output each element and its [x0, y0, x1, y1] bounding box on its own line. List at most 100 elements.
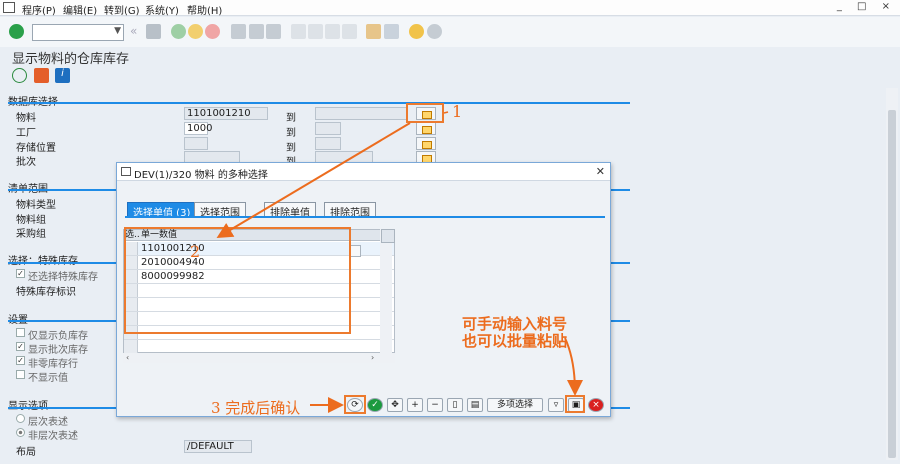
plant-multiselect-button[interactable] — [416, 122, 436, 135]
negative-stock-checkbox[interactable] — [16, 328, 25, 337]
exit-icon[interactable] — [188, 24, 203, 39]
menu-system[interactable]: 系统(Y) — [145, 2, 179, 17]
annotation-box-paste — [565, 395, 585, 413]
non-hierarchical-radio[interactable] — [16, 428, 25, 437]
menu-program[interactable]: 程序(P) — [22, 2, 56, 17]
close-icon[interactable]: ✕ — [596, 165, 605, 178]
cancel-icon[interactable] — [205, 24, 220, 39]
enter-icon[interactable] — [9, 24, 24, 39]
label-hide-values: 不显示值 — [28, 373, 68, 384]
find-icon[interactable] — [249, 24, 264, 39]
material-from-field[interactable]: 1101001210 — [184, 107, 268, 120]
execute-icon[interactable] — [12, 68, 27, 83]
section-db-selection: 数据库选择 — [8, 93, 58, 108]
first-page-icon[interactable] — [291, 24, 306, 39]
storage-location-to-field[interactable] — [315, 137, 341, 150]
delete-row-icon[interactable]: − — [427, 398, 443, 412]
label-to: 到 — [286, 143, 296, 154]
last-page-icon[interactable] — [342, 24, 357, 39]
section-divider — [610, 262, 630, 264]
print-icon[interactable] — [231, 24, 246, 39]
system-menu-icon[interactable] — [3, 2, 15, 13]
label-batch-stock: 显示批次库存 — [28, 345, 88, 356]
back-history-icon[interactable]: « — [130, 24, 145, 39]
hide-values-checkbox[interactable] — [16, 370, 25, 379]
menu-edit[interactable]: 编辑(E) — [63, 2, 97, 17]
plant-to-field[interactable] — [315, 122, 341, 135]
section-divider — [610, 320, 630, 322]
table-row[interactable] — [124, 340, 394, 354]
help-icon[interactable] — [409, 24, 424, 39]
tab-exclude-single-values[interactable]: 排除单值 — [264, 202, 316, 219]
label-material-type: 物料类型 — [16, 200, 56, 211]
settings-gear-icon[interactable] — [427, 24, 442, 39]
save-icon[interactable] — [146, 24, 161, 39]
hierarchical-radio[interactable] — [16, 414, 25, 423]
next-page-icon[interactable] — [325, 24, 340, 39]
label-material: 物料 — [16, 113, 36, 124]
insert-row-icon[interactable]: + — [407, 398, 423, 412]
previous-page-icon[interactable] — [308, 24, 323, 39]
material-to-field[interactable] — [315, 107, 407, 120]
shortcut-icon[interactable] — [384, 24, 399, 39]
find-next-icon[interactable] — [266, 24, 281, 39]
section-special-stock: 选择：特殊库存 — [8, 252, 78, 267]
section-list-scope: 清单范围 — [8, 180, 48, 195]
nonzero-stock-checkbox[interactable]: ✓ — [16, 356, 25, 365]
tab-select-single-values[interactable]: 选择单值 (3) — [127, 202, 197, 219]
label-plant: 工厂 — [16, 128, 36, 139]
annotation-note-line2: 也可以批量粘贴 — [462, 332, 568, 350]
menu-help[interactable]: 帮助(H) — [187, 2, 222, 17]
annotation-step-1: 1 — [452, 102, 463, 121]
section-divider — [8, 102, 630, 104]
annotation-step-3: 3 完成后确认 — [211, 399, 301, 417]
help-doc-icon[interactable]: ▿ — [548, 398, 564, 412]
cancel-icon[interactable]: × — [588, 398, 604, 412]
back-icon[interactable] — [171, 24, 186, 39]
label-storage-location: 存储位置 — [16, 143, 56, 154]
scroll-left-icon[interactable]: ‹ — [126, 353, 129, 362]
special-stock-checkbox[interactable]: ✓ — [16, 269, 25, 278]
section-divider — [8, 189, 116, 191]
annotation-box-confirm — [344, 395, 366, 414]
multiple-selection-button[interactable]: 多项选择 — [487, 398, 543, 412]
standard-toolbar: ▼ « — [0, 17, 900, 47]
storage-location-multiselect-button[interactable] — [416, 137, 436, 150]
label-hierarchical: 层次表述 — [28, 417, 68, 428]
label-non-hierarchical: 非层次表述 — [28, 431, 78, 442]
annotation-box-values — [124, 227, 351, 334]
table-vertical-scrollbar[interactable] — [380, 229, 392, 363]
label-special-stock-indicator: 特殊库存标识 — [16, 287, 76, 298]
plant-from-field[interactable]: 1000 — [184, 122, 212, 135]
chevron-down-icon[interactable]: ▼ — [114, 26, 121, 36]
tab-exclude-ranges[interactable]: 排除范围 — [324, 202, 376, 219]
maintain-icon[interactable]: ✥ — [387, 398, 403, 412]
label-to: 到 — [286, 128, 296, 139]
annotation-step-2: 2 — [190, 242, 201, 261]
check-icon[interactable]: ✓ — [367, 398, 383, 412]
label-special-stock: 还选择特殊库存 — [28, 272, 98, 283]
tab-select-ranges[interactable]: 选择范围 — [194, 202, 246, 219]
scroll-right-icon[interactable]: › — [371, 353, 374, 362]
table-horizontal-scrollbar[interactable]: ‹ › — [123, 353, 395, 363]
section-divider — [8, 320, 116, 322]
layout-field[interactable]: /DEFAULT — [184, 440, 252, 453]
info-icon[interactable]: i — [55, 68, 70, 83]
label-material-group: 物料组 — [16, 215, 46, 226]
table-settings-icon[interactable] — [381, 229, 395, 243]
new-session-icon[interactable] — [366, 24, 381, 39]
label-to: 到 — [286, 113, 296, 124]
window-controls[interactable]: _ □ × — [837, 1, 896, 12]
dialog-title: DEV(1)/320 物料 的多种选择 — [117, 163, 610, 181]
section-display-options: 显示选项 — [8, 397, 48, 412]
trash-icon[interactable]: ▯ — [447, 398, 463, 412]
clipboard-icon[interactable]: ▤ — [467, 398, 483, 412]
scrollbar-thumb[interactable] — [888, 110, 896, 458]
storage-location-from-field[interactable] — [184, 137, 208, 150]
tab-underline — [125, 216, 605, 218]
row-selector[interactable] — [124, 340, 138, 353]
batch-stock-checkbox[interactable]: ✓ — [16, 342, 25, 351]
menu-goto[interactable]: 转到(G) — [104, 2, 140, 17]
command-field[interactable]: ▼ — [32, 24, 124, 41]
variant-icon[interactable] — [34, 68, 49, 83]
